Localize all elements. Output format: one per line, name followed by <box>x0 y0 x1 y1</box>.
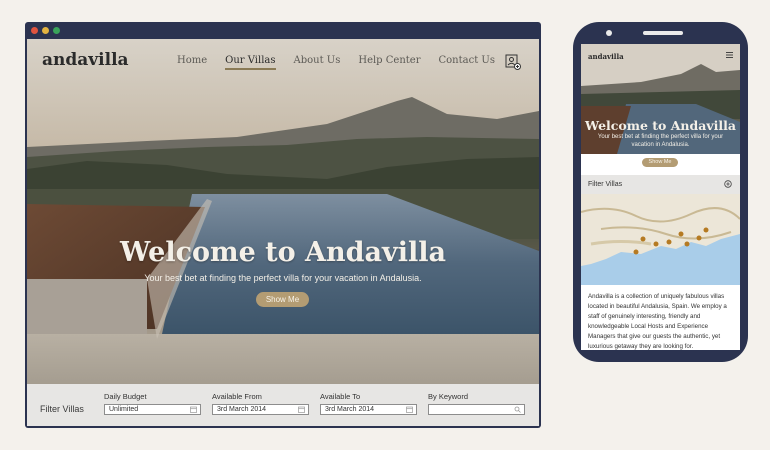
nav-help-center[interactable]: Help Center <box>358 55 420 70</box>
hero-subtitle: Your best bet at finding the perfect vil… <box>144 273 422 283</box>
mobile-hero-section: andavilla Welcome to Andavilla Your best… <box>581 44 740 154</box>
main-navigation: Home Our Villas About Us Help Center Con… <box>177 55 495 70</box>
mobile-filter-title: Filter Villas <box>588 181 623 188</box>
keyword-search-input[interactable] <box>428 404 525 415</box>
available-from-label: Available From <box>212 392 262 401</box>
mobile-site-logo[interactable]: andavilla <box>588 52 624 61</box>
filter-villas-bar: Filter Villas Daily Budget Unlimited Ava… <box>27 384 539 426</box>
minimize-window-button[interactable] <box>42 27 49 34</box>
expand-plus-icon[interactable] <box>724 180 732 188</box>
available-to-label: Available To <box>320 392 361 401</box>
calendar-icon <box>190 406 197 413</box>
calendar-icon <box>298 406 305 413</box>
hero-title: Welcome to Andavilla <box>120 237 446 268</box>
nav-our-villas[interactable]: Our Villas <box>225 55 276 70</box>
browser-titlebar <box>25 22 541 39</box>
show-me-button[interactable]: Show Me <box>256 292 309 307</box>
mobile-hero-subtitle: Your best bet at finding the perfect vil… <box>597 134 724 148</box>
nav-about-us[interactable]: About Us <box>294 55 341 70</box>
close-window-button[interactable] <box>31 27 38 34</box>
hero-landscape-image <box>27 39 539 384</box>
maximize-window-button[interactable] <box>53 27 60 34</box>
mobile-filter-bar[interactable]: Filter Villas <box>581 175 740 194</box>
mobile-screen: andavilla Welcome to Andavilla Your best… <box>581 44 740 350</box>
desktop-viewport: andavilla Home Our Villas About Us Help … <box>27 39 539 426</box>
available-from-field[interactable]: 3rd March 2014 <box>212 404 309 415</box>
filter-title: Filter Villas <box>40 404 84 414</box>
available-to-field[interactable]: 3rd March 2014 <box>320 404 417 415</box>
hero-section: andavilla Home Our Villas About Us Help … <box>27 39 539 384</box>
daily-budget-field[interactable]: Unlimited <box>104 404 201 415</box>
site-logo[interactable]: andavilla <box>42 50 129 70</box>
daily-budget-label: Daily Budget <box>104 392 147 401</box>
phone-camera <box>606 30 612 36</box>
nav-home[interactable]: Home <box>177 55 207 70</box>
mobile-show-me-button[interactable]: Show Me <box>642 158 678 167</box>
search-icon <box>514 406 521 413</box>
available-from-value: 3rd March 2014 <box>217 406 267 413</box>
hamburger-menu-icon[interactable] <box>726 52 733 58</box>
available-to-value: 3rd March 2014 <box>325 406 375 413</box>
mobile-phone-frame: andavilla Welcome to Andavilla Your best… <box>573 22 748 362</box>
calendar-icon <box>406 406 413 413</box>
villa-map[interactable] <box>581 194 740 285</box>
desktop-browser-window: andavilla Home Our Villas About Us Help … <box>25 22 541 428</box>
by-keyword-label: By Keyword <box>428 392 469 401</box>
about-paragraph: Andavilla is a collection of uniquely fa… <box>588 293 727 350</box>
phone-speaker <box>643 31 683 35</box>
map-graphic <box>581 194 740 266</box>
daily-budget-value: Unlimited <box>109 406 139 413</box>
user-account-icon[interactable] <box>505 54 521 70</box>
nav-contact-us[interactable]: Contact Us <box>439 55 495 70</box>
mobile-hero-title: Welcome to Andavilla <box>585 118 736 133</box>
